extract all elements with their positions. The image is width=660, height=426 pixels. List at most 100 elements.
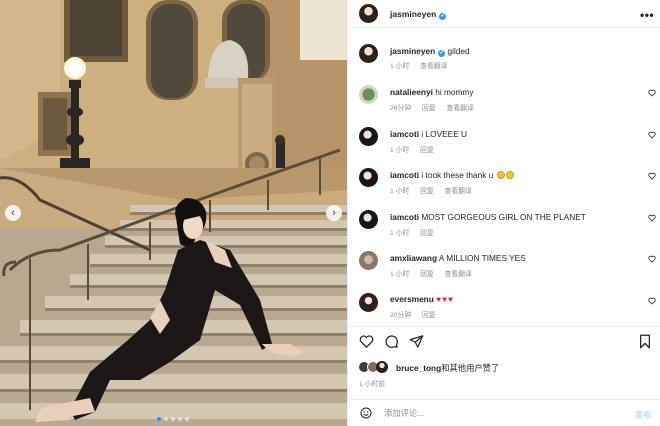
comment-text: i LOVEEE U	[421, 129, 468, 139]
comment-input[interactable]	[384, 408, 624, 418]
post-comment-button[interactable]: 发布	[635, 409, 652, 421]
more-icon[interactable]: •••	[640, 8, 654, 22]
post-header: jasmineyen ✓ •••	[348, 0, 660, 28]
comment-username-link[interactable]: eversmenu	[390, 294, 434, 304]
comment-meta: 1 小时 回复 查看翻译	[390, 268, 481, 278]
like-comment-heart-icon[interactable]	[648, 89, 656, 97]
carousel-dot	[178, 417, 182, 421]
carousel-dot	[185, 417, 189, 421]
smiling-face-emoji-icon	[496, 171, 505, 179]
caption-line: jasmineyen ✓ gilded	[390, 46, 470, 57]
post-timestamp[interactable]: 1 小时前	[359, 378, 385, 388]
avatar[interactable]	[359, 127, 378, 146]
comment-text: A MILLION TIMES YES	[438, 253, 526, 263]
see-translation-link[interactable]: 查看翻译	[445, 271, 472, 278]
likes-text: bruce_tong和其他用户赞了	[396, 362, 499, 374]
carousel-dot	[157, 417, 161, 421]
photo-scene	[0, 0, 347, 426]
caption-time: 1 小时	[390, 63, 410, 70]
comment-row: natalieenyi hi mommy 26分钟 回复 查看翻译	[348, 85, 660, 115]
carousel-dot	[171, 417, 175, 421]
comment-meta: 1 小时 回复	[390, 227, 443, 237]
see-translation-link[interactable]: 查看翻译	[445, 188, 472, 195]
comment-username-link[interactable]: amxliawang	[390, 253, 437, 263]
comment-line: iamcoti MOST GORGEOUS GIRL ON THE PLANET	[390, 212, 586, 222]
caption-author-link[interactable]: jasmineyen	[390, 46, 435, 56]
comment-icon[interactable]	[384, 334, 399, 349]
comment-line: natalieenyi hi mommy	[390, 87, 473, 97]
post-detail-panel: jasmineyen ✓ ••• jasmineyen ✓ gilded 1 小时 …	[347, 0, 660, 426]
comment-username-link[interactable]: iamcoti	[390, 212, 419, 222]
comment-line: eversmenu ♥♥♥	[390, 294, 454, 304]
likes-others-link[interactable]: 和其他用户赞了	[441, 363, 499, 373]
carousel-indicator	[157, 417, 189, 421]
comment-time: 1 小时	[390, 230, 410, 237]
author-username[interactable]: jasmineyen ✓	[390, 9, 447, 20]
share-icon[interactable]	[409, 334, 424, 349]
avatar[interactable]	[359, 251, 378, 270]
heart-icon[interactable]	[359, 334, 374, 349]
comment-time: 1 小时	[390, 271, 410, 278]
comment-row: iamcoti MOST GORGEOUS GIRL ON THE PLANET…	[348, 210, 660, 240]
avatar[interactable]	[359, 4, 378, 23]
comment-text: ♥♥♥	[436, 294, 454, 304]
next-slide-button[interactable]: ›	[326, 205, 342, 221]
comment-text: i took these thank u	[421, 170, 494, 180]
reply-link[interactable]: 回复	[420, 188, 434, 195]
verified-badge-icon: ✓	[438, 50, 446, 57]
comment-text: MOST GORGEOUS GIRL ON THE PLANET	[421, 212, 586, 222]
comment-text: hi mommy	[435, 87, 474, 97]
comment-username-link[interactable]: iamcoti	[390, 170, 419, 180]
post-photo[interactable]: ‹ ›	[0, 0, 347, 426]
liker-username-link[interactable]: bruce_tong	[396, 363, 441, 373]
add-comment-bar: 发布	[348, 399, 660, 426]
previous-slide-button[interactable]: ‹	[5, 205, 21, 221]
comment-meta: 20分钟 回复	[390, 309, 445, 319]
avatar[interactable]	[359, 44, 378, 63]
comment-line: amxliawang A MILLION TIMES YES	[390, 253, 526, 263]
like-comment-heart-icon[interactable]	[648, 255, 656, 263]
emoji-icon[interactable]	[360, 407, 372, 419]
comment-meta: 1 小时 回复 查看翻译	[390, 185, 481, 195]
comment-time: 20分钟	[390, 312, 412, 319]
chevron-right-icon: ›	[332, 206, 336, 219]
avatar[interactable]	[359, 85, 378, 104]
avatar[interactable]	[376, 361, 388, 373]
see-translation-link[interactable]: 查看翻译	[420, 63, 447, 70]
comment-time: 26分钟	[390, 105, 412, 112]
like-comment-heart-icon[interactable]	[648, 131, 656, 139]
chevron-left-icon: ‹	[11, 206, 15, 219]
verified-badge-icon: ✓	[439, 13, 447, 20]
like-comment-heart-icon[interactable]	[648, 172, 656, 180]
avatar[interactable]	[359, 293, 378, 312]
reply-link[interactable]: 回复	[422, 105, 436, 112]
comment-row: amxliawang A MILLION TIMES YES 1 小时 回复 查…	[348, 251, 660, 281]
comment-time: 1 小时	[390, 188, 410, 195]
action-bar	[348, 326, 660, 356]
comment-row: eversmenu ♥♥♥ 20分钟 回复	[348, 293, 660, 323]
reply-link[interactable]: 回复	[420, 271, 434, 278]
comment-username-link[interactable]: natalieenyi	[390, 87, 433, 97]
comment-username-link[interactable]: iamcoti	[390, 129, 419, 139]
comment-time: 1 小时	[390, 147, 410, 154]
like-comment-heart-icon[interactable]	[648, 214, 656, 222]
comment-row: iamcoti i took these thank u 1 小时 回复 查看翻…	[348, 168, 660, 198]
reply-link[interactable]: 回复	[420, 147, 434, 154]
reply-link[interactable]: 回复	[420, 230, 434, 237]
avatar[interactable]	[359, 168, 378, 187]
comment-meta: 26分钟 回复 查看翻译	[390, 102, 483, 112]
like-comment-heart-icon[interactable]	[648, 297, 656, 305]
bookmark-icon[interactable]	[638, 334, 652, 349]
likes-summary: bruce_tong和其他用户赞了	[358, 360, 658, 374]
comment-row: iamcoti i LOVEEE U 1 小时 回复	[348, 127, 660, 157]
see-translation-link[interactable]: 查看翻译	[447, 105, 474, 112]
caption-meta: 1 小时 查看翻译	[390, 60, 456, 70]
comment-meta: 1 小时 回复	[390, 144, 443, 154]
reply-link[interactable]: 回复	[422, 312, 436, 319]
caption-text: gilded	[447, 46, 470, 56]
comment-line: iamcoti i LOVEEE U	[390, 129, 467, 139]
comment-line: iamcoti i took these thank u	[390, 170, 514, 180]
carousel-dot	[164, 417, 168, 421]
avatar[interactable]	[359, 210, 378, 229]
author-name-link[interactable]: jasmineyen	[390, 9, 436, 19]
